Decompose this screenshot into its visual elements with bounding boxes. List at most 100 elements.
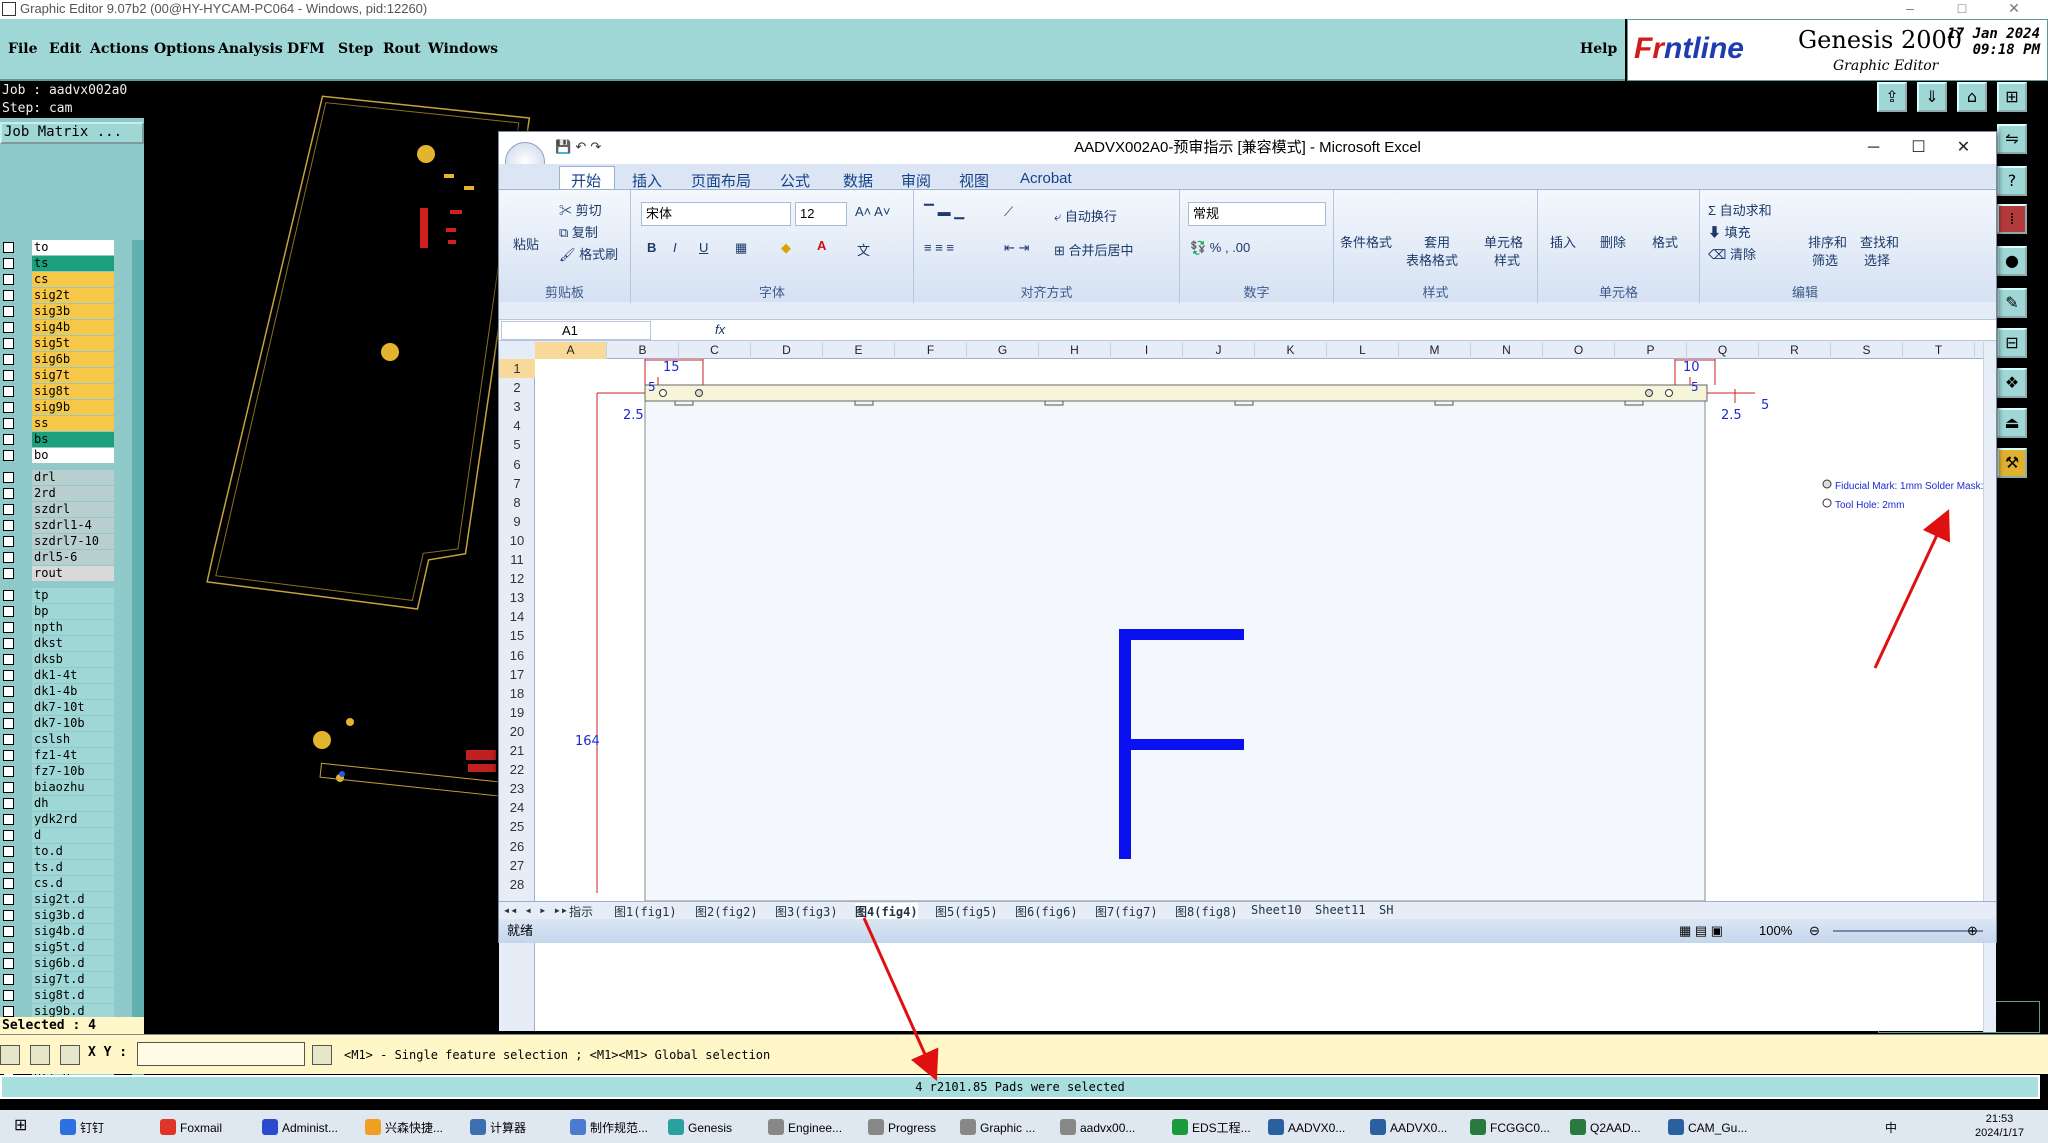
minimize-button[interactable]: – xyxy=(1884,0,1936,16)
row-header[interactable]: 12 xyxy=(499,569,535,588)
row-header[interactable]: 22 xyxy=(499,760,535,779)
layer-checkbox[interactable] xyxy=(3,910,14,921)
taskbar-item[interactable]: FCGGC0... xyxy=(1470,1119,1550,1135)
layer-name[interactable]: ydk2rd xyxy=(32,812,114,827)
font-color-button[interactable]: A xyxy=(817,238,826,253)
layer-name[interactable]: sig7t xyxy=(32,368,114,383)
zoom-in-icon[interactable]: ⊕ xyxy=(1967,919,1978,943)
layer-name[interactable]: sig2t.d xyxy=(32,892,114,907)
layer-row[interactable]: sig8t.d xyxy=(0,988,132,1003)
layer-name[interactable]: szdrl1-4 xyxy=(32,518,114,533)
layer-row[interactable]: ts.d xyxy=(0,860,132,875)
sheet-tab[interactable]: 指示 xyxy=(569,903,593,920)
row-header[interactable]: 16 xyxy=(499,646,535,665)
menu-edit[interactable]: Edit xyxy=(49,41,81,57)
layer-row[interactable]: dk7-10t xyxy=(0,700,132,715)
layer-checkbox[interactable] xyxy=(3,990,14,1001)
toolbar-button-8[interactable]: ● xyxy=(1997,246,2027,276)
layer-name[interactable]: sig9b xyxy=(32,400,114,415)
layer-name[interactable]: sig8t xyxy=(32,384,114,399)
layer-row[interactable]: ts xyxy=(0,256,132,271)
layer-name[interactable]: sig8t.d xyxy=(32,988,114,1003)
row-header[interactable]: 21 xyxy=(499,741,535,760)
sheet-tab[interactable]: Sheet10 xyxy=(1251,903,1302,917)
pause-icon[interactable] xyxy=(312,1045,332,1065)
column-header[interactable]: L xyxy=(1327,342,1399,359)
sheet-tab[interactable]: 图3(fig3) xyxy=(775,903,838,920)
excel-minimize-button[interactable]: ─ xyxy=(1851,132,1896,164)
layer-name[interactable]: d xyxy=(32,828,114,843)
sheet-tab[interactable]: 图1(fig1) xyxy=(614,903,677,920)
layer-name[interactable]: sig6b.d xyxy=(32,956,114,971)
menu-dfm[interactable]: DFM xyxy=(287,41,325,57)
layer-row[interactable]: dk1-4t xyxy=(0,668,132,683)
fx-icon[interactable]: fx xyxy=(715,322,725,337)
row-header[interactable]: 13 xyxy=(499,588,535,607)
taskbar-item[interactable]: EDS工程... xyxy=(1172,1119,1251,1136)
cut-button[interactable]: ✂ 剪切 xyxy=(559,200,602,219)
layer-row[interactable]: bp xyxy=(0,604,132,619)
fill-color-button[interactable]: ◆ xyxy=(781,240,791,256)
taskbar-item[interactable]: AADVX0... xyxy=(1268,1119,1345,1135)
layer-checkbox[interactable] xyxy=(3,242,14,253)
taskbar-item[interactable]: AADVX0... xyxy=(1370,1119,1447,1135)
layer-checkbox[interactable] xyxy=(3,322,14,333)
layer-row[interactable]: szdrl xyxy=(0,502,132,517)
toolbar-button-2[interactable]: ⇓ xyxy=(1917,82,1947,112)
underline-button[interactable]: U xyxy=(699,240,708,255)
row-header[interactable]: 6 xyxy=(499,455,535,474)
row-header[interactable]: 9 xyxy=(499,512,535,531)
layer-checkbox[interactable] xyxy=(3,520,14,531)
layer-name[interactable]: dk7-10b xyxy=(32,716,114,731)
layer-name[interactable]: dk1-4t xyxy=(32,668,114,683)
taskbar-item[interactable]: Progress xyxy=(868,1119,936,1135)
tab-data[interactable]: 数据 xyxy=(843,170,873,191)
layer-name[interactable]: sig3b xyxy=(32,304,114,319)
paste-button[interactable]: 粘贴 xyxy=(513,234,539,253)
format-cells-button[interactable]: 格式 xyxy=(1652,232,1678,251)
layer-name[interactable]: cs xyxy=(32,272,114,287)
layer-name[interactable]: sig5t xyxy=(32,336,114,351)
layer-checkbox[interactable] xyxy=(3,702,14,713)
row-header[interactable]: 5 xyxy=(499,435,535,454)
row-header[interactable]: 19 xyxy=(499,703,535,722)
layer-row[interactable]: fz7-10b xyxy=(0,764,132,779)
layer-checkbox[interactable] xyxy=(3,638,14,649)
formula-input[interactable] xyxy=(733,321,1983,340)
number-format-select[interactable]: 常规 xyxy=(1188,202,1326,226)
menu-help[interactable]: Help xyxy=(1580,41,1617,57)
job-matrix-button[interactable]: Job Matrix ... xyxy=(0,122,144,144)
layer-name[interactable]: bs xyxy=(32,432,114,447)
layer-name[interactable]: sig5t.d xyxy=(32,940,114,955)
tab-formulas[interactable]: 公式 xyxy=(780,170,810,191)
column-header[interactable]: E xyxy=(823,342,895,359)
toolbar-button-10[interactable]: ⊟ xyxy=(1997,328,2027,358)
layer-checkbox[interactable] xyxy=(3,846,14,857)
orientation-button[interactable]: ⟋ xyxy=(1004,204,1013,220)
layer-checkbox[interactable] xyxy=(3,402,14,413)
toolbar-button-3[interactable]: ⌂ xyxy=(1957,82,1987,112)
layer-row[interactable]: sig6b xyxy=(0,352,132,367)
layer-row[interactable]: sig9b xyxy=(0,400,132,415)
taskbar-item[interactable]: 计算器 xyxy=(470,1119,526,1136)
taskbar-item[interactable]: Graphic ... xyxy=(960,1119,1035,1135)
taskbar-item[interactable]: Enginee... xyxy=(768,1119,842,1135)
zoom-slider[interactable] xyxy=(1833,930,1983,932)
column-header[interactable]: A xyxy=(535,342,607,359)
excel-close-button[interactable]: ✕ xyxy=(1941,132,1986,164)
tab-review[interactable]: 审阅 xyxy=(901,170,931,191)
save-icon[interactable]: 💾 xyxy=(555,140,571,155)
layer-checkbox[interactable] xyxy=(3,290,14,301)
layer-row[interactable]: ydk2rd xyxy=(0,812,132,827)
layer-row[interactable]: bs xyxy=(0,432,132,447)
layer-row[interactable]: npth xyxy=(0,620,132,635)
border-button[interactable]: ▦ xyxy=(735,240,747,256)
undo-icon[interactable]: ↶ xyxy=(575,140,586,155)
layer-row[interactable]: bo xyxy=(0,448,132,463)
layer-checkbox[interactable] xyxy=(3,654,14,665)
align-top-button[interactable]: ▔ ▬ ▁ xyxy=(924,204,964,220)
layer-checkbox[interactable] xyxy=(3,1006,14,1017)
font-name-select[interactable]: 宋体 xyxy=(641,202,791,226)
row-header[interactable]: 1 xyxy=(499,359,535,378)
column-header[interactable]: F xyxy=(895,342,967,359)
